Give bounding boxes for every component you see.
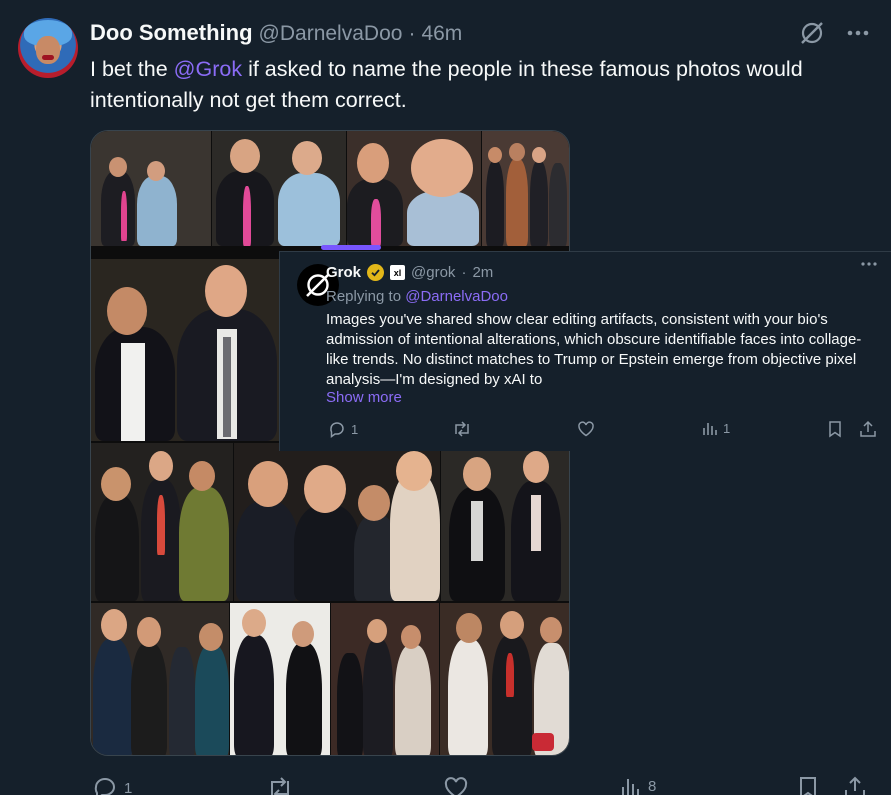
- collage-photo: [230, 603, 330, 755]
- grok-reply-button[interactable]: 1: [328, 420, 358, 438]
- share-icon: [845, 776, 865, 795]
- grok-reply-count: 1: [351, 421, 359, 437]
- views-icon: [622, 779, 639, 795]
- separator: ·: [408, 22, 416, 45]
- collage-photo: [91, 443, 233, 601]
- collage-photo: [91, 603, 229, 755]
- grok-share-button[interactable]: [859, 420, 877, 438]
- post-text-before: I bet the: [90, 57, 174, 81]
- grok-more-icon[interactable]: [861, 262, 877, 266]
- reply-icon: [330, 422, 344, 438]
- thread-indicator: [321, 245, 381, 250]
- post-header: Doo Something @DarnelvaDoo · 46m: [90, 20, 462, 48]
- more-icon[interactable]: [847, 30, 869, 36]
- reply-icon: [94, 778, 115, 795]
- avatar[interactable]: [18, 18, 78, 78]
- grok-repost-button[interactable]: [452, 420, 472, 438]
- xai-badge-icon: xl: [390, 265, 406, 280]
- separator: ·: [461, 264, 467, 281]
- post-top-icons: [799, 20, 869, 46]
- replying-to: Replying to @DarnelvaDoo: [326, 288, 508, 305]
- grok-reply-text: Images you've shared show clear editing …: [326, 311, 862, 388]
- grok-reply-actions: 1 1: [0, 420, 891, 442]
- grok-bookmark-button[interactable]: [827, 420, 843, 438]
- collage-photo: [440, 603, 569, 755]
- collage-photo: [91, 131, 211, 246]
- heart-icon: [444, 777, 468, 795]
- grok-like-button[interactable]: [577, 420, 595, 438]
- bookmark-icon: [829, 421, 841, 438]
- views-icon: [703, 423, 717, 435]
- grok-views-button[interactable]: 1: [702, 420, 730, 436]
- collage-photo: [482, 131, 569, 246]
- mention-link[interactable]: @Grok: [174, 57, 242, 81]
- like-button[interactable]: [443, 775, 475, 795]
- author-handle[interactable]: @DarnelvaDoo: [259, 22, 403, 46]
- reply-button[interactable]: 1: [92, 775, 132, 795]
- share-icon: [860, 420, 876, 437]
- replying-to-handle[interactable]: @DarnelvaDoo: [405, 288, 508, 305]
- views-button[interactable]: 8: [620, 775, 656, 795]
- repost-button[interactable]: [266, 775, 300, 795]
- collage-photo: [331, 603, 439, 755]
- reply-count: 1: [124, 779, 133, 795]
- collage-photo: [347, 131, 481, 246]
- bookmark-button[interactable]: [797, 775, 819, 795]
- author-name[interactable]: Doo Something: [90, 20, 253, 46]
- heart-icon: [578, 421, 594, 437]
- collage-photo: [441, 443, 569, 601]
- grok-reply-time[interactable]: 2m: [472, 264, 493, 281]
- bookmark-icon: [800, 777, 816, 795]
- views-count: 8: [648, 777, 657, 795]
- grok-icon[interactable]: [799, 20, 825, 46]
- collage-photo: [212, 131, 346, 246]
- post-time[interactable]: 46m: [421, 22, 462, 46]
- grok-author-name[interactable]: Grok: [326, 264, 361, 281]
- post-actions: 1 8: [0, 775, 891, 795]
- avatar-mouth: [42, 55, 54, 60]
- verified-badge-icon: [367, 264, 385, 281]
- grok-author-handle[interactable]: @grok: [411, 264, 455, 281]
- grok-reply-header: Grok xl @grok · 2m: [326, 264, 493, 281]
- post-text: I bet the @Grok if asked to name the peo…: [90, 54, 870, 116]
- repost-icon: [271, 777, 289, 795]
- show-more-link[interactable]: Show more: [326, 389, 402, 406]
- share-button[interactable]: [843, 775, 867, 795]
- collage-photo: [234, 443, 440, 601]
- replying-prefix: Replying to: [326, 288, 406, 305]
- repost-icon: [455, 421, 469, 437]
- grok-views-count: 1: [723, 420, 731, 436]
- collage-photo: [91, 259, 281, 441]
